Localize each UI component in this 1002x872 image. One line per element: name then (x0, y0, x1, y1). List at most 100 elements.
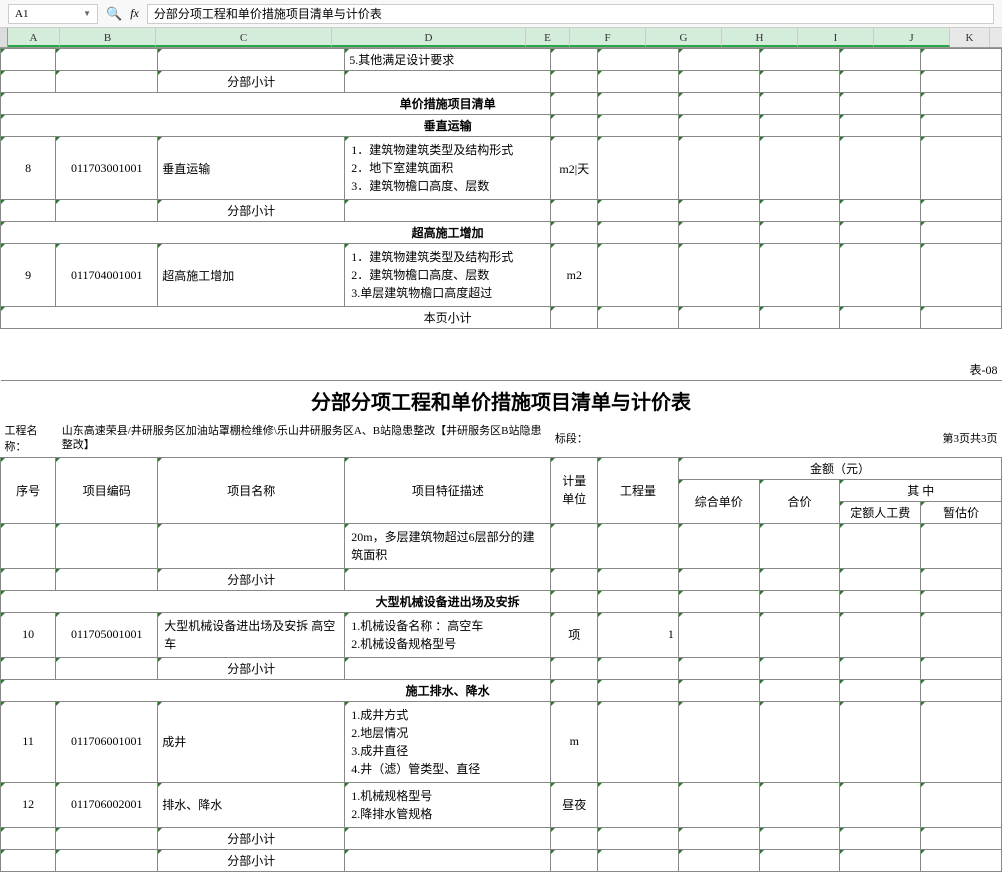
table-row: 分部小计 (1, 657, 1002, 679)
search-icon[interactable]: 🔍 (106, 6, 122, 22)
cell-category[interactable]: 施工排水、降水 (345, 679, 551, 701)
cell-subtotal[interactable]: 分部小计 (158, 71, 345, 93)
select-all-corner[interactable] (0, 28, 8, 47)
cell-seq[interactable]: 10 (1, 612, 56, 657)
table-row: 超高施工增加 (1, 222, 1002, 244)
col-header-b[interactable]: B (60, 28, 156, 47)
cell-feature[interactable]: 1.成井方式 2.地层情况 3.成井直径 4.井（滤）管类型、直径 (345, 701, 551, 782)
formula-text: 分部分项工程和单价措施项目清单与计价表 (154, 5, 382, 22)
spreadsheet-grid[interactable]: 5.其他满足设计要求 分部小计 单价措施项目清单 垂直运输 8 01170300… (0, 48, 1002, 872)
cell-seq[interactable]: 9 (1, 244, 56, 307)
table-row: 大型机械设备进出场及安拆 (1, 590, 1002, 612)
table-row: 5.其他满足设计要求 (1, 49, 1002, 71)
formula-bar[interactable]: 分部分项工程和单价措施项目清单与计价表 (147, 4, 994, 24)
cell-seq[interactable]: 12 (1, 782, 56, 827)
cell-unit[interactable]: 项 (551, 612, 598, 657)
cell-qty[interactable]: 1 (598, 612, 679, 657)
col-header-e[interactable]: E (526, 28, 570, 47)
table-row: 单价措施项目清单 (1, 93, 1002, 115)
hdr-provisional: 暂估价 (921, 501, 1002, 523)
cell-unit[interactable]: m2 (551, 244, 598, 307)
cell-name[interactable]: 超高施工增加 (158, 244, 345, 307)
col-header-h[interactable]: H (722, 28, 798, 47)
cell-subtotal[interactable]: 分部小计 (158, 657, 345, 679)
col-header-d[interactable]: D (332, 28, 526, 47)
page-label: 第3页共3页 (840, 420, 1002, 457)
hdr-labor: 定额人工费 (840, 501, 921, 523)
table-row: 分部小计 (1, 71, 1002, 93)
data-table: 5.其他满足设计要求 分部小计 单价措施项目清单 垂直运输 8 01170300… (0, 48, 1002, 872)
table-row: 10 011705001001 大型机械设备进出场及安拆 高空车 1.机械设备名… (1, 612, 1002, 657)
cell-code[interactable]: 011704001001 (56, 244, 158, 307)
table-row: 分部小计 (1, 827, 1002, 849)
cell-feature[interactable]: 20m，多层建筑物超过6层部分的建筑面积 (345, 523, 551, 568)
cell-unit[interactable]: m2|天 (551, 137, 598, 200)
col-header-i[interactable]: I (798, 28, 874, 47)
hdr-total: 合价 (759, 479, 840, 523)
table-row: 分部小计 (1, 200, 1002, 222)
cell-unit[interactable]: 昼夜 (551, 782, 598, 827)
hdr-unit: 计量单位 (551, 457, 598, 523)
cell-feature[interactable]: 1.机械设备名称 ：高空车 2.机械设备规格型号 (345, 612, 551, 657)
cell-ref-text: A1 (15, 8, 28, 20)
hdr-feature: 项目特征描述 (345, 457, 551, 523)
col-header-a[interactable]: A (8, 28, 60, 47)
header-row: 序号 项目编码 项目名称 项目特征描述 计量单位 工程量 金额（元） (1, 457, 1002, 479)
table-row: 本页小计 (1, 307, 1002, 329)
column-headers: A B C D E F G H I J K (0, 28, 1002, 48)
cell-code[interactable]: 011703001001 (56, 137, 158, 200)
cell-name[interactable]: 成井 (158, 701, 345, 782)
hdr-of-which: 其 中 (840, 479, 1002, 501)
col-header-g[interactable]: G (646, 28, 722, 47)
hdr-unit-price: 综合单价 (678, 479, 759, 523)
table-row: 12 011706002001 排水、降水 1.机械规格型号 2.降排水管规格 … (1, 782, 1002, 827)
cell-section-header[interactable]: 单价措施项目清单 (345, 93, 551, 115)
project-name: 山东高速荣县/井研服务区加油站罩棚检维修\乐山井研服务区A、B站隐患整改【井研服… (56, 420, 551, 457)
cell-reference-box[interactable]: A1 ▼ (8, 4, 98, 24)
chevron-down-icon[interactable]: ▼ (83, 9, 91, 18)
cell-feature[interactable]: 1．建筑物建筑类型及结构形式 2．地下室建筑面积 3．建筑物檐口高度、层数 (345, 137, 551, 200)
cell-name[interactable]: 垂直运输 (158, 137, 345, 200)
cell-feature[interactable]: 5.其他满足设计要求 (345, 49, 551, 71)
cell-code[interactable]: 011706001001 (56, 701, 158, 782)
cell-seq[interactable]: 8 (1, 137, 56, 200)
cell-subtotal[interactable]: 分部小计 (158, 200, 345, 222)
col-header-k[interactable]: K (950, 28, 990, 47)
table-row: 施工排水、降水 (1, 679, 1002, 701)
table-number-row: 表-08 (1, 359, 1002, 381)
section-label: 标段： (551, 420, 679, 457)
col-header-f[interactable]: F (570, 28, 646, 47)
cell-subtotal[interactable]: 分部小计 (158, 827, 345, 849)
project-label: 工程名称： (1, 420, 56, 457)
cell-feature[interactable]: 1．建筑物建筑类型及结构形式 2．建筑物檐口高度、层数 3.单层建筑物檐口高度超… (345, 244, 551, 307)
hdr-qty: 工程量 (598, 457, 679, 523)
cell-category[interactable]: 垂直运输 (345, 115, 551, 137)
col-header-j[interactable]: J (874, 28, 950, 47)
cell-name[interactable]: 排水、降水 (158, 782, 345, 827)
table-row: 11 011706001001 成井 1.成井方式 2.地层情况 3.成井直径 … (1, 701, 1002, 782)
cell-page-subtotal[interactable]: 本页小计 (345, 307, 551, 329)
cell-code[interactable]: 011706002001 (56, 782, 158, 827)
hdr-seq: 序号 (1, 457, 56, 523)
col-header-c[interactable]: C (156, 28, 332, 47)
hdr-code: 项目编码 (56, 457, 158, 523)
cell-seq[interactable]: 11 (1, 701, 56, 782)
formula-toolbar: A1 ▼ 🔍 fx 分部分项工程和单价措施项目清单与计价表 (0, 0, 1002, 28)
hdr-amount: 金额（元） (678, 457, 1001, 479)
table-row: 20m，多层建筑物超过6层部分的建筑面积 (1, 523, 1002, 568)
cell-feature[interactable]: 1.机械规格型号 2.降排水管规格 (345, 782, 551, 827)
table-number: 表-08 (1, 359, 1002, 381)
cell-code[interactable]: 011705001001 (56, 612, 158, 657)
cell-name[interactable]: 大型机械设备进出场及安拆 高空车 (158, 612, 345, 657)
table-row: 分部小计 (1, 849, 1002, 871)
cell-unit[interactable]: m (551, 701, 598, 782)
project-info-row: 工程名称： 山东高速荣县/井研服务区加油站罩棚检维修\乐山井研服务区A、B站隐患… (1, 420, 1002, 457)
cell-category[interactable]: 超高施工增加 (345, 222, 551, 244)
title-row: 分部分项工程和单价措施项目清单与计价表 (1, 380, 1002, 420)
cell-category[interactable]: 大型机械设备进出场及安拆 (345, 590, 551, 612)
blank-row (1, 329, 1002, 359)
table-row: 8 011703001001 垂直运输 1．建筑物建筑类型及结构形式 2．地下室… (1, 137, 1002, 200)
cell-subtotal[interactable]: 分部小计 (158, 568, 345, 590)
fx-icon[interactable]: fx (130, 6, 139, 21)
cell-subtotal[interactable]: 分部小计 (158, 849, 345, 871)
